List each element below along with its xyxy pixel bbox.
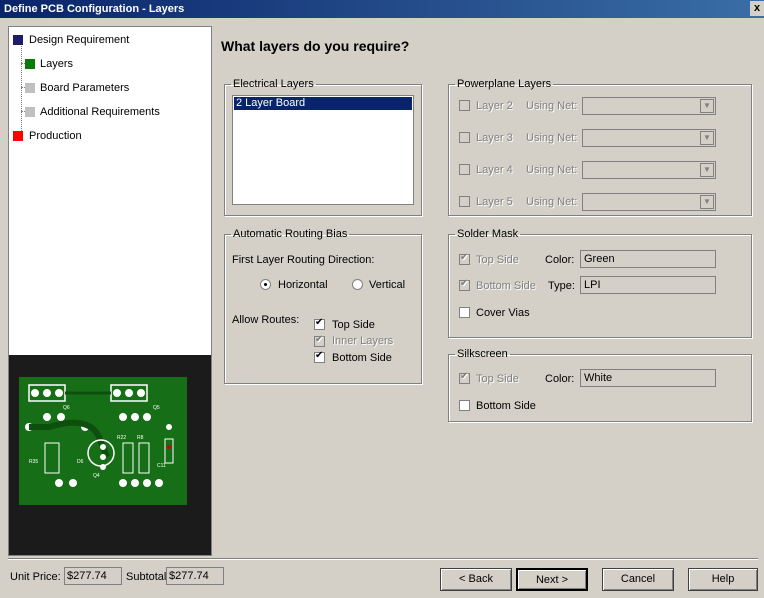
- powerplane-layer-label: Layer 5: [476, 196, 513, 208]
- powerplane-legend: Powerplane Layers: [457, 78, 552, 90]
- back-button[interactable]: < Back: [440, 568, 512, 591]
- silk-bottom-checkbox[interactable]: [459, 400, 470, 411]
- cover-vias-label: Cover Vias: [476, 307, 530, 319]
- top-side-label: Top Side: [332, 319, 375, 331]
- next-button[interactable]: Next >: [516, 568, 588, 591]
- using-net-dropdown[interactable]: ▼: [582, 193, 716, 211]
- pcb-label-q6: Q6: [63, 405, 70, 411]
- pcb-image: Q6 Q5 R35 D6 Q4 R22 R8 C11: [9, 355, 211, 555]
- window-title: Define PCB Configuration - Layers: [4, 3, 185, 15]
- solder-bottom-checkbox[interactable]: [459, 278, 470, 291]
- silk-top-checkbox[interactable]: [459, 371, 470, 384]
- chevron-down-icon[interactable]: ▼: [700, 195, 714, 209]
- routing-direction-label: First Layer Routing Direction:: [232, 254, 375, 266]
- powerplane-layer-label: Layer 3: [476, 132, 513, 144]
- sidebar-item-layers[interactable]: Layers: [40, 58, 73, 70]
- using-net-label: Using Net:: [526, 196, 578, 208]
- step-marker-layers: [25, 59, 35, 69]
- sidebar-item-production[interactable]: Production: [29, 130, 82, 142]
- step-marker-design: [13, 35, 23, 45]
- pcb-label-q5: Q5: [153, 405, 160, 411]
- close-button[interactable]: x: [750, 1, 764, 16]
- solder-top-checkbox[interactable]: [459, 252, 470, 265]
- sidebar-item-board-parameters[interactable]: Board Parameters: [40, 82, 129, 94]
- solder-type-label: Type:: [548, 280, 575, 292]
- allow-routes-label: Allow Routes:: [232, 314, 300, 326]
- sidebar: Design Requirement Layers Board Paramete…: [8, 26, 212, 556]
- page-heading: What layers do you require?: [221, 38, 410, 54]
- solder-color-label: Color:: [545, 254, 575, 266]
- solder-bottom-label: Bottom Side: [476, 280, 536, 292]
- unit-price-label: Unit Price:: [10, 571, 61, 583]
- silk-color-field[interactable]: White: [580, 369, 716, 387]
- using-net-dropdown[interactable]: ▼: [582, 97, 716, 115]
- inner-layers-label: Inner Layers: [332, 335, 394, 347]
- top-side-checkbox[interactable]: [314, 317, 325, 330]
- electrical-layers-legend: Electrical Layers: [233, 78, 314, 90]
- solder-top-label: Top Side: [476, 254, 519, 266]
- horizontal-label: Horizontal: [278, 279, 328, 291]
- bottom-side-label: Bottom Side: [332, 352, 392, 364]
- sidebar-item-design-requirement[interactable]: Design Requirement: [29, 34, 129, 46]
- using-net-dropdown[interactable]: ▼: [582, 129, 716, 147]
- inner-layers-checkbox[interactable]: [314, 334, 325, 347]
- silk-top-label: Top Side: [476, 373, 519, 385]
- chevron-down-icon[interactable]: ▼: [700, 99, 714, 113]
- pcb-board: Q6 Q5 R35 D6 Q4 R22 R8 C11: [19, 377, 187, 505]
- step-marker-production: [13, 131, 23, 141]
- silk-color-label: Color:: [545, 373, 575, 385]
- pcb-artwork: Q6 Q5 R35 D6 Q4 R22 R8 C11: [25, 384, 174, 487]
- solder-mask-legend: Solder Mask: [457, 228, 519, 240]
- help-button[interactable]: Help: [688, 568, 758, 591]
- vertical-label: Vertical: [369, 279, 406, 291]
- powerplane-layer-checkbox[interactable]: [459, 100, 470, 111]
- cancel-button[interactable]: Cancel: [602, 568, 674, 591]
- powerplane-layer-label: Layer 4: [476, 164, 513, 176]
- subtotal-label: Subtotal:: [126, 571, 170, 583]
- pcb-label-r22: R22: [117, 435, 126, 441]
- solder-type-field[interactable]: LPI: [580, 276, 716, 294]
- step-marker-board: [25, 83, 35, 93]
- using-net-label: Using Net:: [526, 132, 578, 144]
- pcb-label-c11: C11: [157, 463, 166, 469]
- pcb-label-r35: R35: [29, 459, 38, 465]
- solder-color-field[interactable]: Green: [580, 250, 716, 268]
- pcb-label-r8: R8: [137, 435, 144, 441]
- electrical-layers-list[interactable]: 2 Layer Board: [232, 95, 414, 205]
- silk-bottom-label: Bottom Side: [476, 400, 536, 412]
- chevron-down-icon[interactable]: ▼: [700, 163, 714, 177]
- powerplane-layer-checkbox[interactable]: [459, 132, 470, 143]
- title-bar: Define PCB Configuration - Layers x: [0, 0, 764, 18]
- routing-bias-legend: Automatic Routing Bias: [233, 228, 348, 240]
- list-item[interactable]: 2 Layer Board: [234, 97, 412, 110]
- vertical-radio[interactable]: [352, 279, 363, 290]
- using-net-label: Using Net:: [526, 100, 578, 112]
- powerplane-layer-label: Layer 2: [476, 100, 513, 112]
- using-net-dropdown[interactable]: ▼: [582, 161, 716, 179]
- powerplane-layer-checkbox[interactable]: [459, 164, 470, 175]
- pcb-label-d6: D6: [77, 459, 84, 465]
- using-net-label: Using Net:: [526, 164, 578, 176]
- footer-separator: [8, 558, 758, 560]
- chevron-down-icon[interactable]: ▼: [700, 131, 714, 145]
- cover-vias-checkbox[interactable]: [459, 307, 470, 318]
- step-marker-additional: [25, 107, 35, 117]
- bottom-side-checkbox[interactable]: [314, 350, 325, 363]
- powerplane-layer-checkbox[interactable]: [459, 196, 470, 207]
- subtotal-field: $277.74: [166, 567, 224, 585]
- horizontal-radio[interactable]: [260, 279, 271, 290]
- pcb-label-q4: Q4: [93, 473, 100, 479]
- silkscreen-legend: Silkscreen: [457, 348, 508, 360]
- unit-price-field: $277.74: [64, 567, 122, 585]
- sidebar-item-additional-requirements[interactable]: Additional Requirements: [40, 106, 160, 118]
